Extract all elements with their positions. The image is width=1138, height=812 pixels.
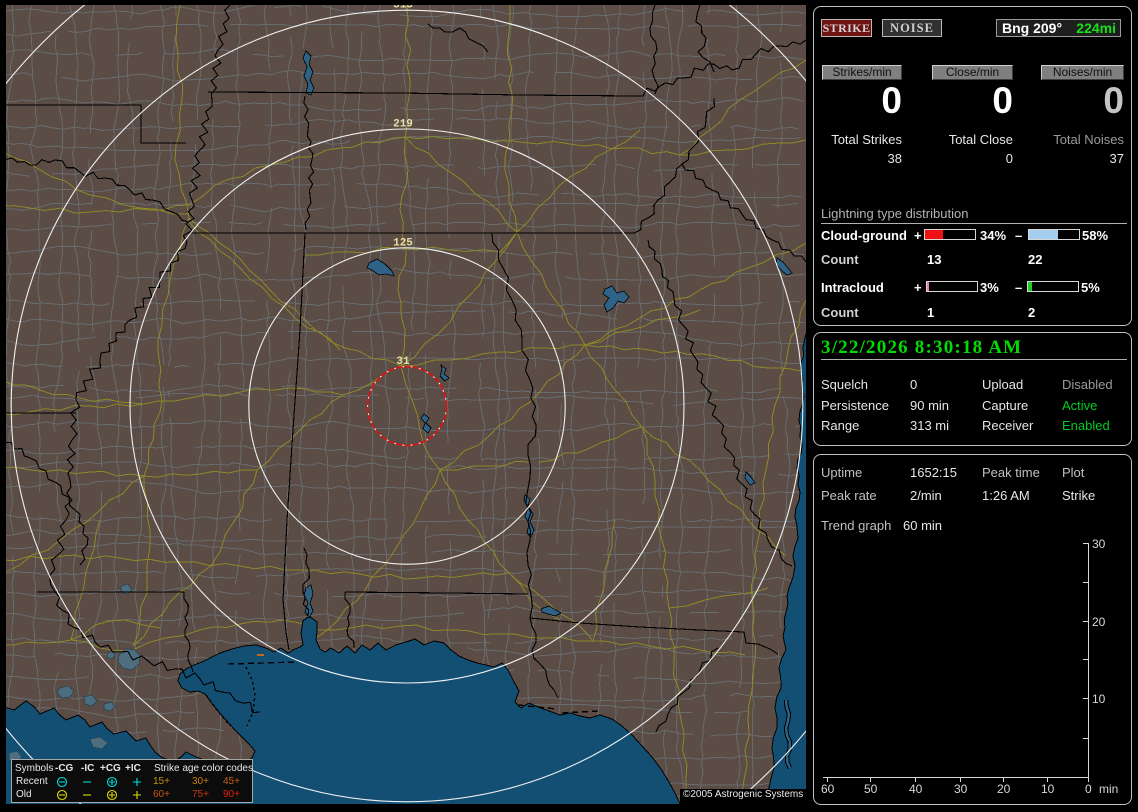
svg-text:0: 0 bbox=[1085, 782, 1092, 796]
svg-text:60: 60 bbox=[821, 782, 835, 796]
svg-text:30: 30 bbox=[954, 782, 968, 796]
svg-text:31: 31 bbox=[396, 356, 410, 368]
svg-text:20: 20 bbox=[997, 782, 1011, 796]
svg-text:20: 20 bbox=[1092, 615, 1106, 629]
svg-text:50: 50 bbox=[864, 782, 878, 796]
svg-text:219: 219 bbox=[393, 119, 413, 131]
svg-text:313: 313 bbox=[393, 5, 413, 12]
svg-text:min: min bbox=[1099, 782, 1118, 796]
svg-text:125: 125 bbox=[393, 237, 413, 249]
svg-text:10: 10 bbox=[1092, 692, 1106, 706]
svg-text:40: 40 bbox=[909, 782, 923, 796]
svg-text:10: 10 bbox=[1041, 782, 1055, 796]
svg-text:30: 30 bbox=[1092, 537, 1106, 551]
